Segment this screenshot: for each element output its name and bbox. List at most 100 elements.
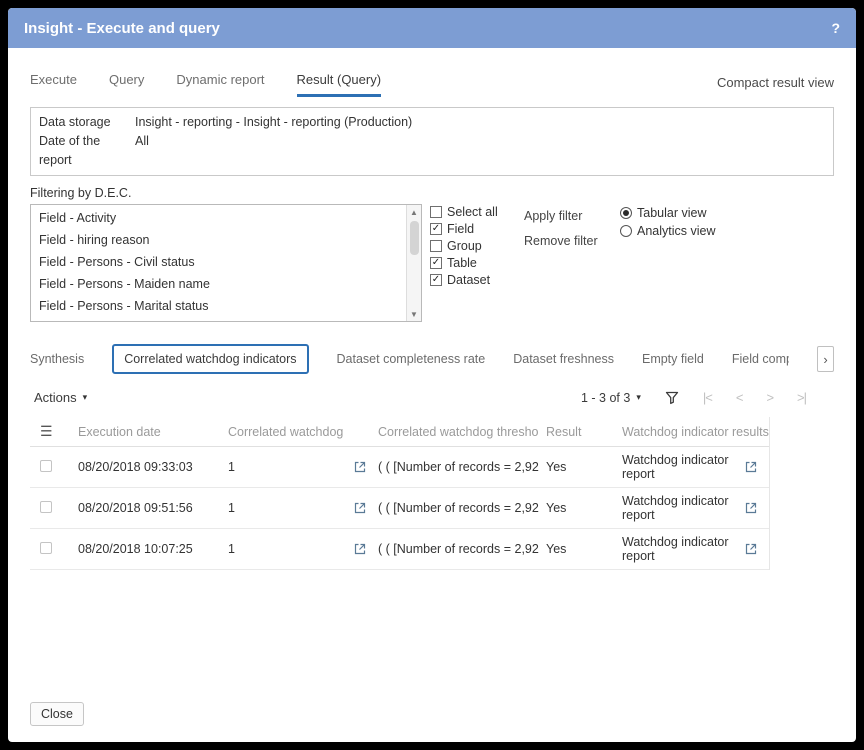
external-link-icon[interactable] (354, 543, 366, 555)
view-mode-radios: Tabular view Analytics view (620, 204, 716, 238)
filter-actions: Apply filter Remove filter (524, 204, 612, 248)
compact-result-view-link[interactable]: Compact result view (717, 75, 834, 97)
data-storage-value: Insight - reporting - Insight - reportin… (135, 113, 412, 132)
column-header-threshold[interactable]: Correlated watchdog thresho (378, 425, 546, 439)
last-page-button[interactable]: >| (797, 390, 806, 405)
execution-date-cell: 08/20/2018 09:51:56 (78, 501, 228, 515)
next-page-button[interactable]: > (766, 390, 773, 405)
threshold-cell: ( ( [Number of records = 2,92 (378, 460, 546, 474)
row-checkbox[interactable] (40, 542, 52, 554)
correlated-watchdog-cell: 1 (228, 501, 235, 515)
actions-menu-button[interactable]: Actions ▾ (30, 390, 87, 405)
first-page-button[interactable]: |< (703, 390, 712, 405)
chevron-down-icon: ▾ (83, 392, 88, 403)
dialog-title: Insight - Execute and query (24, 20, 220, 37)
table-row: 08/20/2018 10:07:25 1 ( ( [Number of rec… (30, 529, 769, 570)
correlated-watchdog-cell: 1 (228, 542, 235, 556)
checkbox-icon[interactable] (430, 257, 442, 269)
filter-type-checkboxes: Select all Field Group Table Dataset (430, 204, 518, 287)
scroll-down-icon[interactable]: ▼ (407, 307, 421, 321)
radio-icon[interactable] (620, 225, 632, 237)
close-button[interactable]: Close (30, 702, 84, 726)
list-option[interactable]: Field - Activity (31, 207, 406, 229)
row-checkbox[interactable] (40, 460, 52, 472)
report-date-row: Date of the report All (39, 132, 825, 170)
report-info-box: Data storage Insight - reporting - Insig… (30, 107, 834, 176)
external-link-icon[interactable] (745, 461, 757, 473)
actions-label: Actions (34, 390, 77, 405)
column-header-correlated-watchdog[interactable]: Correlated watchdog (228, 425, 378, 439)
tab-field-compliance[interactable]: Field compliance ag (732, 352, 789, 366)
scroll-up-icon[interactable]: ▲ (407, 205, 421, 219)
tabs-scroll-right-button[interactable]: › (817, 346, 834, 372)
execution-date-cell: 08/20/2018 09:33:03 (78, 460, 228, 474)
dialog-content: Execute Query Dynamic report Result (Que… (8, 48, 856, 742)
results-toolbar: Actions ▾ 1 - 3 of 3 ▾ |< < > >| (30, 390, 834, 405)
threshold-cell: ( ( [Number of records = 2,92 (378, 501, 546, 515)
tab-dynamic-report[interactable]: Dynamic report (176, 72, 264, 97)
column-header-result[interactable]: Result (546, 425, 622, 439)
filtering-label: Filtering by D.E.C. (30, 186, 834, 200)
checkbox-icon[interactable] (430, 206, 442, 218)
scrollbar-thumb[interactable] (410, 221, 419, 255)
checkbox-field[interactable]: Field (430, 222, 518, 236)
tab-dataset-completeness-rate[interactable]: Dataset completeness rate (337, 352, 486, 366)
tab-result-query[interactable]: Result (Query) (297, 72, 382, 97)
radio-label: Tabular view (637, 206, 706, 220)
remove-filter-button[interactable]: Remove filter (524, 234, 612, 248)
tab-dataset-freshness[interactable]: Dataset freshness (513, 352, 614, 366)
radio-tabular-view[interactable]: Tabular view (620, 206, 716, 220)
tab-synthesis[interactable]: Synthesis (30, 352, 84, 366)
list-option[interactable]: Field - hiring reason (31, 229, 406, 251)
checkbox-table[interactable]: Table (430, 256, 518, 270)
list-option[interactable]: Field - Persons - Civil status (31, 251, 406, 273)
data-storage-label: Data storage (39, 113, 135, 132)
watchdog-report-link[interactable]: Watchdog indicator report (622, 494, 745, 522)
listbox-scrollbar[interactable]: ▲ ▼ (406, 205, 421, 321)
tab-correlated-watchdog-indicators[interactable]: Correlated watchdog indicators (112, 344, 308, 374)
external-link-icon[interactable] (354, 461, 366, 473)
tab-execute[interactable]: Execute (30, 72, 77, 97)
checkbox-dataset[interactable]: Dataset (430, 273, 518, 287)
checkbox-group[interactable]: Group (430, 239, 518, 253)
checkbox-icon[interactable] (430, 240, 442, 252)
row-checkbox[interactable] (40, 501, 52, 513)
apply-filter-button[interactable]: Apply filter (524, 209, 612, 223)
radio-icon[interactable] (620, 207, 632, 219)
external-link-icon[interactable] (354, 502, 366, 514)
checkbox-label: Group (447, 239, 482, 253)
main-tab-bar: Execute Query Dynamic report Result (Que… (30, 72, 834, 97)
checkbox-label: Dataset (447, 273, 490, 287)
external-link-icon[interactable] (745, 502, 757, 514)
prev-page-button[interactable]: < (736, 390, 743, 405)
tab-query[interactable]: Query (109, 72, 144, 97)
help-button[interactable]: ? (831, 20, 840, 36)
table-menu-icon[interactable]: ☰ (40, 423, 53, 439)
external-link-icon[interactable] (745, 543, 757, 555)
filter-icon[interactable] (665, 391, 679, 405)
result-tab-bar: Synthesis Correlated watchdog indicators… (30, 344, 834, 374)
column-header-execution-date[interactable]: Execution date (78, 425, 228, 439)
checkbox-select-all[interactable]: Select all (430, 205, 518, 219)
radio-analytics-view[interactable]: Analytics view (620, 224, 716, 238)
checkbox-icon[interactable] (430, 223, 442, 235)
table-row: 08/20/2018 09:33:03 1 ( ( [Number of rec… (30, 447, 769, 488)
watchdog-report-link[interactable]: Watchdog indicator report (622, 453, 745, 481)
tab-empty-field[interactable]: Empty field (642, 352, 704, 366)
checkbox-icon[interactable] (430, 274, 442, 286)
result-cell: Yes (546, 542, 622, 556)
list-option[interactable]: Field - Persons - Marital status (31, 295, 406, 317)
result-cell: Yes (546, 460, 622, 474)
data-storage-row: Data storage Insight - reporting - Insig… (39, 113, 825, 132)
column-header-watchdog-results[interactable]: Watchdog indicator results (622, 425, 769, 439)
list-option[interactable]: Field - Persons - Maiden name (31, 273, 406, 295)
result-cell: Yes (546, 501, 622, 515)
table-row: 08/20/2018 09:51:56 1 ( ( [Number of rec… (30, 488, 769, 529)
dialog-footer: Close (30, 702, 834, 742)
dec-filter-listbox[interactable]: Field - Activity Field - hiring reason F… (30, 204, 422, 322)
dec-filter-options: Field - Activity Field - hiring reason F… (31, 205, 406, 321)
dialog-insight-execute-query: Insight - Execute and query ? Execute Qu… (8, 8, 856, 742)
chevron-down-icon: ▾ (636, 392, 641, 403)
pagination-range-dropdown[interactable]: 1 - 3 of 3 ▾ (581, 391, 641, 405)
watchdog-report-link[interactable]: Watchdog indicator report (622, 535, 745, 563)
